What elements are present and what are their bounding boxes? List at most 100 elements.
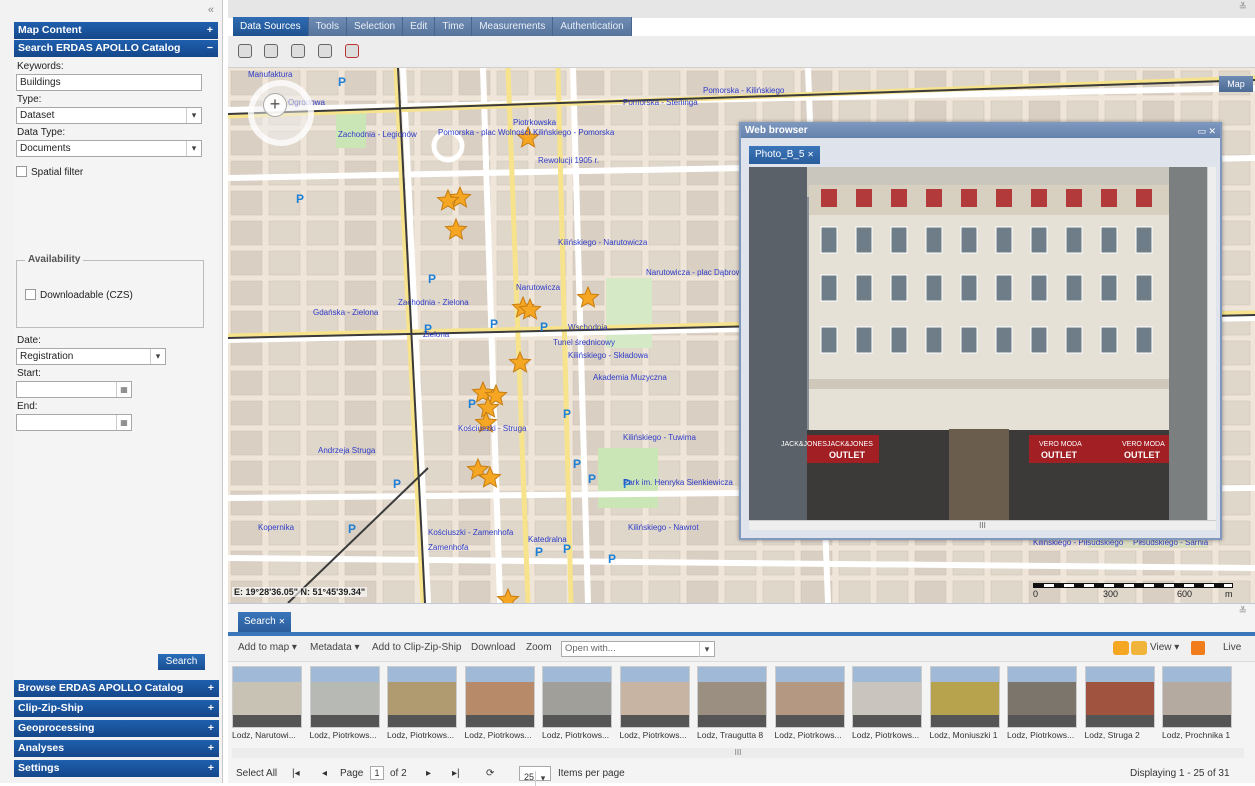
identify-tool-icon[interactable]	[264, 44, 278, 58]
result-thumbnail[interactable]: Lodz, Piotrkows...	[542, 666, 612, 740]
result-thumbnail[interactable]: Lodz, Traugutta 8	[697, 666, 767, 740]
tab-selection[interactable]: Selection	[346, 17, 404, 36]
calendar-icon[interactable]: ▦	[116, 382, 131, 397]
download-button[interactable]: Download	[471, 642, 515, 653]
close-icon[interactable]: ✕	[278, 617, 285, 626]
search-results-tab[interactable]: Search ✕	[238, 612, 292, 632]
result-thumbnail[interactable]: Lodz, Piotrkows...	[309, 666, 380, 740]
browse-catalog-header[interactable]: Browse ERDAS APOLLO Catalog +	[14, 680, 219, 697]
results-horizontal-scrollbar[interactable]: III	[232, 748, 1244, 758]
start-date-input[interactable]: ▦	[16, 381, 132, 398]
expand-icon[interactable]: +	[207, 22, 213, 39]
info-tool-icon[interactable]	[238, 44, 252, 58]
close-icon[interactable]: ✕	[807, 150, 814, 159]
chevron-down-icon[interactable]: ▾	[150, 349, 165, 364]
tab-time[interactable]: Time	[435, 17, 473, 36]
folder-icon[interactable]	[1113, 641, 1129, 655]
items-per-page-select[interactable]: 25 ▾	[519, 766, 551, 786]
thumbnail-image[interactable]	[464, 666, 535, 728]
thumbnail-image[interactable]	[697, 666, 767, 728]
chevron-down-icon[interactable]: ▾	[186, 141, 201, 156]
result-thumbnail[interactable]: Lodz, Narutowi...	[232, 666, 302, 740]
thumbnail-image[interactable]	[542, 666, 612, 728]
zoom-in-icon[interactable]: +	[263, 93, 287, 117]
type-select[interactable]: Dataset ▾	[16, 107, 202, 124]
collapse-icon[interactable]: −	[207, 40, 213, 57]
result-thumbnail[interactable]: Lodz, Piotrkows...	[774, 666, 845, 740]
datatype-select[interactable]: Documents ▾	[16, 140, 202, 157]
result-thumbnail[interactable]: Lodz, Piotrkows...	[619, 666, 690, 740]
result-thumbnail[interactable]: Lodz, Piotrkows...	[852, 666, 922, 740]
map-content-header[interactable]: Map Content +	[14, 22, 218, 39]
folder-icon[interactable]	[1131, 641, 1147, 655]
thumbnail-image[interactable]	[309, 666, 380, 728]
window-controls-icon[interactable]: ▭ ✕	[1197, 124, 1216, 138]
map-type-button[interactable]: Map	[1219, 76, 1253, 92]
result-thumbnail[interactable]: Lodz, Prochnika 1	[1162, 666, 1232, 740]
date-select[interactable]: Registration ▾	[16, 348, 166, 365]
export-tool-icon[interactable]	[318, 44, 332, 58]
thumbnail-image[interactable]	[387, 666, 457, 728]
tab-authentication[interactable]: Authentication	[553, 17, 632, 36]
collapse-top-icon[interactable]: ≚	[1239, 2, 1247, 13]
end-date-input[interactable]: ▦	[16, 414, 132, 431]
add-to-map-menu[interactable]: Add to map ▾	[238, 642, 297, 653]
thumbnail-image[interactable]	[619, 666, 690, 728]
collapse-results-icon[interactable]: ≚	[1239, 606, 1247, 617]
collapse-left-icon[interactable]: «	[0, 0, 222, 22]
web-browser-titlebar[interactable]: Web browser ▭ ✕	[741, 124, 1220, 138]
result-thumbnail[interactable]: Lodz, Struga 2	[1084, 666, 1155, 740]
rss-icon[interactable]	[1191, 641, 1205, 655]
expand-icon[interactable]: +	[208, 760, 214, 777]
live-button[interactable]: Live	[1223, 642, 1241, 653]
first-page-icon[interactable]: |◂	[292, 768, 300, 779]
result-thumbnail[interactable]: Lodz, Moniuszki 1	[929, 666, 1000, 740]
thumbnail-image[interactable]	[1084, 666, 1155, 728]
photo-horizontal-scrollbar[interactable]: III	[749, 520, 1216, 530]
last-page-icon[interactable]: ▸|	[452, 768, 460, 779]
calendar-icon[interactable]: ▦	[116, 415, 131, 430]
expand-icon[interactable]: +	[208, 720, 214, 737]
tab-tools[interactable]: Tools	[308, 17, 347, 36]
expand-icon[interactable]: +	[208, 700, 214, 717]
result-thumbnail[interactable]: Lodz, Piotrkows...	[1007, 666, 1077, 740]
czs-header[interactable]: Clip-Zip-Ship +	[14, 700, 219, 717]
expand-icon[interactable]: +	[208, 680, 214, 697]
geoprocessing-header[interactable]: Geoprocessing +	[14, 720, 219, 737]
add-czs-button[interactable]: Add to Clip-Zip-Ship	[372, 642, 461, 653]
tab-edit[interactable]: Edit	[403, 17, 436, 36]
search-button[interactable]: Search	[158, 654, 205, 670]
thumbnail-image[interactable]	[232, 666, 302, 728]
keywords-input[interactable]: Buildings	[16, 74, 202, 91]
chevron-down-icon[interactable]: ▾	[186, 108, 201, 123]
spatial-filter-checkbox[interactable]	[16, 166, 27, 177]
draw-tool-icon[interactable]	[291, 44, 305, 58]
photo-vertical-scrollbar[interactable]	[1207, 167, 1216, 520]
clear-tool-icon[interactable]	[345, 44, 359, 58]
photo-tab[interactable]: Photo_B_5 ✕	[749, 146, 820, 164]
downloadable-checkbox[interactable]	[25, 289, 36, 300]
refresh-icon[interactable]: ⟳	[486, 768, 494, 779]
thumbnail-image[interactable]	[774, 666, 845, 728]
metadata-menu[interactable]: Metadata ▾	[310, 642, 360, 653]
chevron-down-icon[interactable]: ▾	[699, 642, 714, 657]
thumbnail-image[interactable]	[852, 666, 922, 728]
select-all-button[interactable]: Select All	[236, 768, 277, 779]
page-number-input[interactable]: 1	[370, 766, 384, 780]
result-thumbnail[interactable]: Lodz, Piotrkows...	[464, 666, 535, 740]
next-page-icon[interactable]: ▸	[426, 768, 431, 779]
tab-measurements[interactable]: Measurements	[472, 17, 554, 36]
settings-header[interactable]: Settings +	[14, 760, 219, 777]
result-thumbnail[interactable]: Lodz, Piotrkows...	[387, 666, 457, 740]
analyses-header[interactable]: Analyses +	[14, 740, 219, 757]
open-with-select[interactable]: Open with... ▾	[561, 641, 715, 657]
web-browser-window[interactable]: Web browser ▭ ✕ Photo_B_5 ✕ JACK&JONES J…	[739, 122, 1222, 540]
prev-page-icon[interactable]: ◂	[322, 768, 327, 779]
thumbnail-image[interactable]	[1162, 666, 1232, 728]
thumbnail-image[interactable]	[929, 666, 1000, 728]
thumbnail-image[interactable]	[1007, 666, 1077, 728]
map-view[interactable]: PPPPPPPPPPPPPPPP ManufakturaOgrodowaZach…	[228, 68, 1255, 603]
tab-data-sources[interactable]: Data Sources	[233, 17, 309, 36]
zoom-button[interactable]: Zoom	[526, 642, 552, 653]
chevron-down-icon[interactable]: ▾	[535, 771, 550, 786]
